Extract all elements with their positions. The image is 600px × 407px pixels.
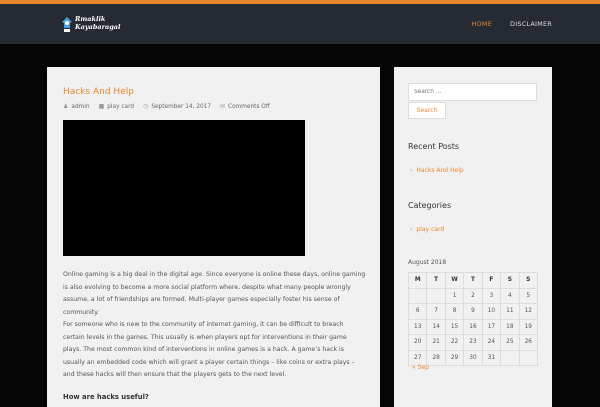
calendar-day: 16 <box>463 318 483 335</box>
logo-text-line1: Rmaklik <box>75 15 106 23</box>
calendar-day: 2 <box>463 287 483 304</box>
post-title[interactable]: Hacks And Help <box>63 87 134 97</box>
sidebar: Search Recent Posts › Hacks And Help Cat… <box>394 67 552 407</box>
search-button[interactable]: Search <box>408 102 446 119</box>
calendar-day: 8 <box>444 303 465 320</box>
main-nav: HOME DISCLAIMER <box>472 20 552 28</box>
calendar-day: 1 <box>444 287 465 304</box>
calendar-day-head: S <box>500 272 520 289</box>
calendar-day-head: T <box>426 272 446 289</box>
calendar-day: 18 <box>500 318 520 335</box>
calendar-day: 14 <box>426 318 446 335</box>
post-category-label: play card <box>107 103 135 110</box>
calendar-day: 11 <box>500 303 520 320</box>
calendar-day-head: T <box>463 272 483 289</box>
user-icon: ♟ <box>63 103 69 110</box>
calendar-day: 23 <box>463 334 483 351</box>
calendar-week: 20 21 22 23 24 25 26 <box>407 334 539 351</box>
calendar-week: 1 2 3 4 5 <box>407 287 539 304</box>
calendar-day: 10 <box>481 303 502 320</box>
recent-post-item[interactable]: › Hacks And Help <box>410 167 464 174</box>
category-label: play card <box>416 226 445 233</box>
calendar-day: 17 <box>481 318 502 335</box>
calendar-day <box>426 287 446 304</box>
calendar-day: 7 <box>426 303 446 320</box>
calendar-prev-link[interactable]: « Sep <box>412 364 429 371</box>
post-comments-label: Comments Off <box>228 103 270 110</box>
post-paragraph-1: Online gaming is a big deal in the digit… <box>63 271 366 316</box>
folder-icon: ■ <box>98 103 105 110</box>
logo-text: Rmaklik Kayabaragal <box>75 15 120 31</box>
calendar-day-head: M <box>407 272 428 289</box>
calendar-day: 15 <box>444 318 465 335</box>
post-author-label: admin <box>71 103 90 110</box>
calendar-day: 12 <box>518 303 539 320</box>
calendar-day-head: F <box>481 272 502 289</box>
logo-mascot-icon <box>62 17 72 32</box>
post-paragraph-2: For someone who is new to the community … <box>63 321 355 378</box>
calendar: M T W T F S S 1 2 3 4 5 6 7 8 9 10 11 12… <box>407 272 539 366</box>
calendar-day: 13 <box>407 318 428 335</box>
calendar-day: 9 <box>463 303 483 320</box>
post-category[interactable]: ■ play card <box>99 103 135 110</box>
calendar-day: 20 <box>407 334 428 351</box>
calendar-day <box>518 349 539 366</box>
comment-icon: ✉ <box>220 103 226 110</box>
calendar-day: 5 <box>518 287 539 304</box>
calendar-day: 30 <box>463 349 483 366</box>
calendar-day: 4 <box>500 287 520 304</box>
nav-home[interactable]: HOME <box>472 20 493 28</box>
calendar-day: 19 <box>518 318 539 335</box>
calendar-day: 25 <box>500 334 520 351</box>
calendar-day <box>500 349 520 366</box>
calendar-day: 26 <box>518 334 539 351</box>
site-header: Rmaklik Kayabaragal HOME DISCLAIMER <box>0 4 600 44</box>
search-input[interactable] <box>408 83 537 101</box>
calendar-day <box>407 287 428 304</box>
calendar-week: 6 7 8 9 10 11 12 <box>407 303 539 320</box>
embedded-video[interactable] <box>63 120 305 256</box>
chevron-right-icon: › <box>410 167 413 174</box>
calendar-day: 3 <box>481 287 502 304</box>
categories-title: Categories <box>408 201 452 210</box>
calendar-day: 28 <box>426 349 446 366</box>
calendar-day: 6 <box>407 303 428 320</box>
clock-icon: ◷ <box>143 103 149 110</box>
logo-text-line2: Kayabaragal <box>75 23 121 31</box>
calendar-day: 21 <box>426 334 446 351</box>
post-article: Hacks And Help ♟ admin ■ play card ◷ Sep… <box>47 67 380 407</box>
nav-disclaimer[interactable]: DISCLAIMER <box>510 20 552 28</box>
post-author[interactable]: ♟ admin <box>63 103 90 110</box>
calendar-day: 22 <box>444 334 465 351</box>
post-date-label: September 14, 2017 <box>151 103 212 110</box>
post-date[interactable]: ◷ September 14, 2017 <box>143 103 211 110</box>
calendar-week: 13 14 15 16 17 18 19 <box>407 318 539 335</box>
category-item[interactable]: › play card <box>410 226 444 233</box>
calendar-day-head: S <box>518 272 539 289</box>
calendar-header-row: M T W T F S S <box>407 272 539 289</box>
recent-post-label: Hacks And Help <box>416 167 464 174</box>
post-comments: ✉ Comments Off <box>220 103 270 110</box>
calendar-caption: August 2018 <box>408 259 447 266</box>
calendar-day: 31 <box>481 349 502 366</box>
post-meta: ♟ admin ■ play card ◷ September 14, 2017… <box>63 103 270 110</box>
recent-posts-title: Recent Posts <box>408 142 460 151</box>
chevron-right-icon: › <box>410 226 413 233</box>
site-logo[interactable]: Rmaklik Kayabaragal <box>61 14 120 36</box>
calendar-day: 29 <box>444 349 465 366</box>
calendar-day: 24 <box>481 334 502 351</box>
calendar-day-head: W <box>444 272 465 289</box>
